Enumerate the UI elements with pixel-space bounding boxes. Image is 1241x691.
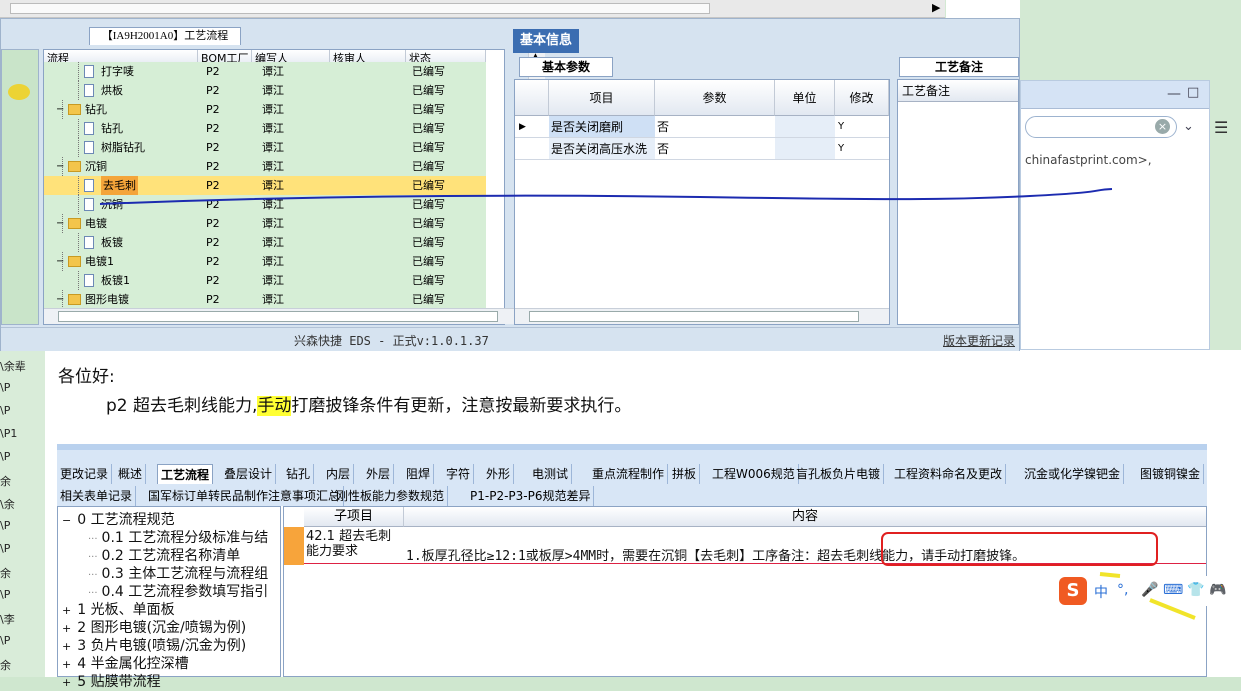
annotation-blue-line [99,188,1113,205]
expand-icon[interactable]: + [62,676,71,689]
annotation-yellow-stroke [1099,572,1196,620]
